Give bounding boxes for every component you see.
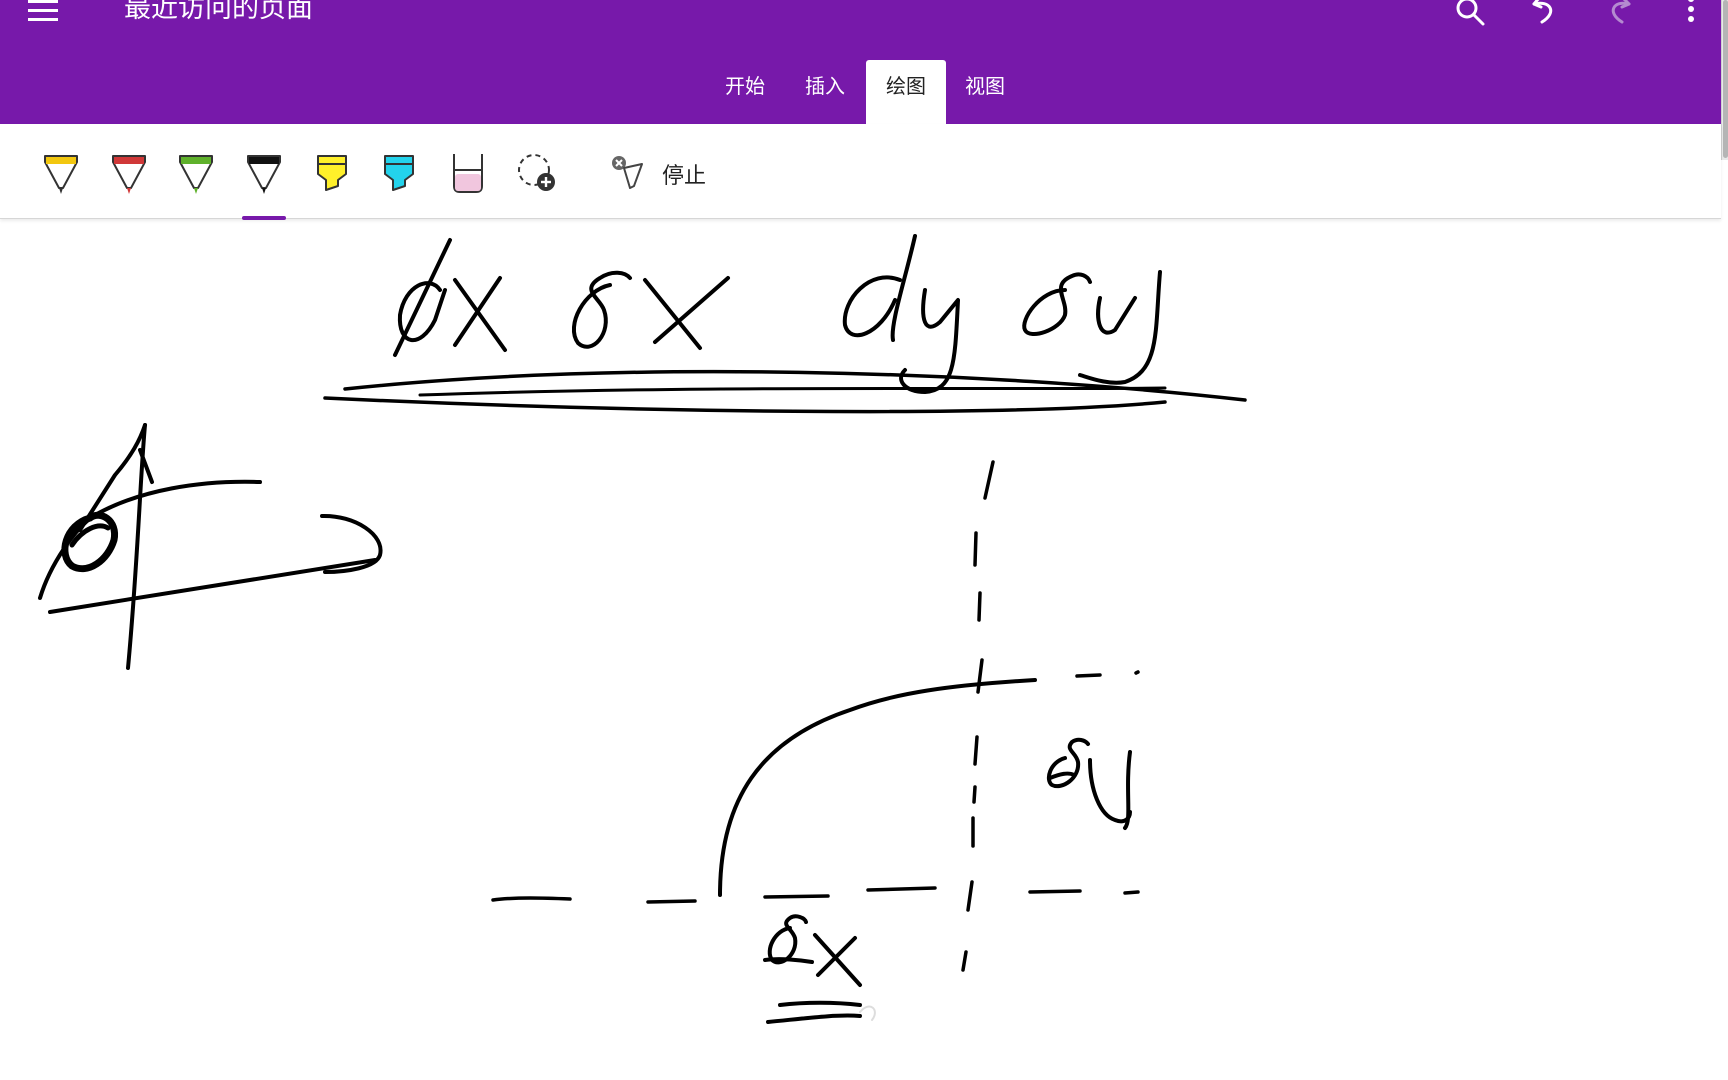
marker-cup-icon — [453, 154, 483, 193]
highlighter-icon — [317, 155, 347, 191]
ink-word-delta-y — [1022, 270, 1162, 385]
ink-dashed-vertical — [961, 460, 995, 972]
tab-draw[interactable]: 绘图 — [866, 60, 946, 124]
add-pen-button[interactable] — [512, 148, 560, 198]
more-vertical-icon[interactable] — [1674, 0, 1708, 30]
scrollbar-thumb[interactable] — [1723, 0, 1728, 158]
page-title: 最近访问的页面 — [124, 0, 313, 24]
pen-red-button[interactable] — [105, 148, 153, 198]
draw-toolbar: 停止 — [0, 124, 1721, 220]
stop-pen-icon — [612, 156, 643, 189]
ink-strokes — [38, 234, 1247, 1024]
ink-word-dy — [842, 234, 960, 394]
highlighter-icon — [384, 155, 414, 191]
highlighter-yellow-button[interactable] — [308, 148, 356, 198]
pen-icon — [44, 155, 78, 194]
tab-view[interactable]: 视图 — [952, 60, 1018, 124]
ink-curve — [718, 678, 1037, 897]
ink-dashed-horizontal-top — [1075, 670, 1140, 678]
drawing-canvas[interactable] — [0, 219, 1721, 1080]
pen-yellow-button[interactable] — [37, 148, 85, 198]
ink-word-dx — [393, 238, 507, 357]
add-pen-icon — [518, 154, 555, 191]
ink-label-delta-y — [1046, 737, 1132, 830]
tab-start[interactable]: 开始 — [712, 60, 778, 124]
highlighter-cyan-button[interactable] — [375, 148, 423, 198]
search-icon[interactable] — [1453, 0, 1487, 30]
highlighter-pink-button[interactable] — [444, 148, 492, 198]
pen-black-button[interactable] — [240, 148, 288, 220]
app-header: 最近访问的页面 开始 插入 绘图 视图 — [0, 0, 1721, 124]
ink-label-delta-x — [763, 914, 862, 1024]
undo-icon[interactable] — [1528, 0, 1562, 30]
stop-label: 停止 — [662, 164, 707, 189]
pen-icon — [247, 155, 281, 194]
tab-insert[interactable]: 插入 — [792, 60, 858, 124]
ribbon-tabs: 开始 插入 绘图 视图 — [0, 60, 1721, 124]
ink-word-delta-x — [571, 270, 730, 350]
pen-icon — [112, 155, 146, 194]
menu-icon[interactable] — [28, 0, 60, 24]
pen-green-button[interactable] — [172, 148, 220, 198]
pen-icon — [179, 155, 213, 194]
ink-dashed-horizontal-bottom — [491, 886, 1140, 904]
ink-sketch-left — [38, 423, 383, 670]
redo-icon[interactable] — [1602, 0, 1636, 30]
vertical-scrollbar[interactable] — [1721, 0, 1728, 160]
